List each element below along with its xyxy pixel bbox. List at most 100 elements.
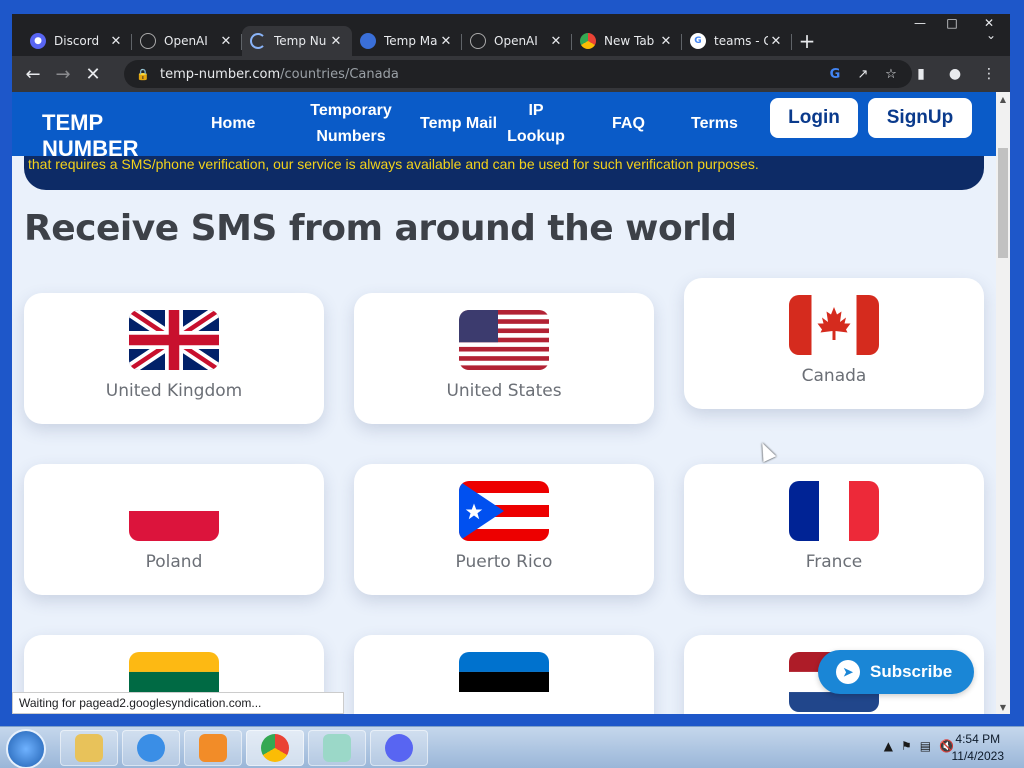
- new-tab-button[interactable]: +: [792, 26, 822, 56]
- start-button[interactable]: [6, 729, 46, 768]
- nav-terms[interactable]: Terms: [691, 92, 738, 156]
- country-card-france[interactable]: France: [684, 464, 984, 595]
- close-tab-icon[interactable]: ✕: [548, 34, 564, 49]
- tab-title: New Tab: [604, 34, 655, 48]
- maximize-icon[interactable]: □: [936, 14, 968, 32]
- poland-flag-icon: [129, 481, 219, 541]
- tray-expand-icon[interactable]: ▲: [884, 739, 893, 753]
- mouse-cursor-icon: [755, 439, 777, 463]
- back-button[interactable]: ←: [18, 59, 48, 89]
- close-tab-icon[interactable]: ✕: [768, 34, 784, 49]
- country-card-united-kingdom[interactable]: United Kingdom: [24, 293, 324, 424]
- profile-icon[interactable]: ●: [940, 59, 970, 89]
- bookmark-star-icon[interactable]: ☆: [882, 65, 900, 83]
- tab-new-tab[interactable]: New Tab ✕: [572, 26, 682, 56]
- country-name: Poland: [145, 552, 203, 572]
- tab-title: teams - G: [714, 34, 768, 48]
- us-flag-icon: [459, 310, 549, 370]
- internet-explorer-icon: [137, 734, 165, 762]
- tab-temp-mail[interactable]: Temp Ma ✕: [352, 26, 462, 56]
- tab-title: OpenAI: [494, 34, 538, 48]
- country-card-canada[interactable]: Canada: [684, 278, 984, 409]
- tab-teams[interactable]: G teams - G ✕: [682, 26, 792, 56]
- subscribe-button[interactable]: ➤ Subscribe: [818, 650, 974, 694]
- puerto-rico-flag-icon: [459, 481, 549, 541]
- nav-temporary-numbers[interactable]: Temporary Numbers: [282, 92, 420, 156]
- forward-button[interactable]: →: [48, 59, 78, 89]
- tab-strip: ● Discord ✕ OpenAI ✕ Temp Nu ✕ Temp Ma ✕…: [22, 22, 822, 56]
- close-tab-icon[interactable]: ✕: [658, 34, 674, 49]
- url-host: temp-number.com: [160, 66, 281, 82]
- tab-title: Temp Nu: [274, 34, 327, 48]
- tab-openai[interactable]: OpenAI ✕: [132, 26, 242, 56]
- site-logo[interactable]: TEMP NUMBER: [42, 110, 162, 162]
- country-name: United Kingdom: [105, 381, 243, 401]
- uk-flag-icon: [129, 310, 219, 370]
- google-icon: G: [690, 33, 706, 49]
- taskbar-chrome[interactable]: [246, 730, 304, 766]
- scroll-up-icon[interactable]: ▲: [996, 92, 1010, 106]
- lock-icon: 🔒: [136, 67, 150, 81]
- notes-icon: [323, 734, 351, 762]
- google-icon[interactable]: G: [826, 65, 844, 83]
- chrome-icon: [580, 33, 596, 49]
- share-icon[interactable]: ↗: [854, 65, 872, 83]
- country-card-puerto-rico[interactable]: Puerto Rico: [354, 464, 654, 595]
- close-tab-icon[interactable]: ✕: [108, 34, 124, 49]
- canada-flag-icon: [789, 295, 879, 355]
- taskbar-notes[interactable]: [308, 730, 366, 766]
- action-center-icon[interactable]: ⚑: [901, 739, 912, 753]
- taskbar-discord[interactable]: [370, 730, 428, 766]
- nav-temp-mail[interactable]: Temp Mail: [420, 92, 500, 156]
- country-card-estonia[interactable]: [354, 635, 654, 714]
- openai-icon: [140, 33, 156, 49]
- country-name: Canada: [801, 366, 867, 386]
- tab-title: Temp Ma: [384, 34, 438, 48]
- country-card-poland[interactable]: Poland: [24, 464, 324, 595]
- browser-toolbar: ← → ✕ 🔒 temp-number.com/countries/Canada…: [12, 56, 1010, 92]
- taskbar-explorer[interactable]: [60, 730, 118, 766]
- folder-icon: [75, 734, 103, 762]
- chevron-down-icon[interactable]: ⌄: [986, 28, 996, 42]
- discord-icon: [385, 734, 413, 762]
- login-button[interactable]: Login: [770, 98, 858, 138]
- system-clock[interactable]: 4:54 PM 11/4/2023: [952, 731, 1005, 765]
- subscribe-label: Subscribe: [870, 662, 953, 681]
- close-tab-icon[interactable]: ✕: [328, 34, 344, 49]
- network-icon[interactable]: ▤: [920, 739, 931, 753]
- chrome-icon: [261, 734, 289, 762]
- telegram-icon: ➤: [836, 660, 860, 684]
- taskbar-media[interactable]: [184, 730, 242, 766]
- windows-taskbar: ▲ ⚑ ▤ 🔇 4:54 PM 11/4/2023: [0, 726, 1024, 768]
- nav-ip-lookup[interactable]: IP Lookup: [506, 92, 566, 156]
- country-name: Puerto Rico: [455, 552, 553, 572]
- close-tab-icon[interactable]: ✕: [438, 34, 454, 49]
- nav-faq[interactable]: FAQ: [612, 92, 645, 156]
- tab-temp-number[interactable]: Temp Nu ✕: [242, 26, 352, 56]
- menu-icon[interactable]: ⋮: [974, 59, 1004, 89]
- estonia-flag-icon: [459, 652, 549, 712]
- status-bar: Waiting for pagead2.googlesyndication.co…: [12, 692, 344, 714]
- close-tab-icon[interactable]: ✕: [218, 34, 234, 49]
- tab-title: Discord: [54, 34, 100, 48]
- tab-openai-2[interactable]: OpenAI ✕: [462, 26, 572, 56]
- nav-home[interactable]: Home: [211, 92, 255, 156]
- tab-title: OpenAI: [164, 34, 208, 48]
- country-card-united-states[interactable]: United States: [354, 293, 654, 424]
- address-bar[interactable]: 🔒 temp-number.com/countries/Canada G ↗ ☆: [124, 60, 912, 88]
- country-name: United States: [446, 381, 562, 401]
- side-panel-icon[interactable]: ▮: [906, 59, 936, 89]
- page-viewport: that requires a SMS/phone verification, …: [12, 92, 996, 714]
- stop-loading-button[interactable]: ✕: [78, 59, 108, 89]
- scroll-thumb[interactable]: [998, 148, 1008, 258]
- clock-date: 11/4/2023: [951, 749, 1005, 763]
- minimize-icon[interactable]: —: [904, 14, 936, 32]
- scroll-down-icon[interactable]: ▼: [996, 700, 1010, 714]
- media-player-icon: [199, 734, 227, 762]
- url-path: /countries/Canada: [280, 66, 399, 82]
- signup-button[interactable]: SignUp: [868, 98, 972, 138]
- page-scrollbar[interactable]: ▲ ▼: [996, 92, 1010, 714]
- taskbar-ie[interactable]: [122, 730, 180, 766]
- temp-mail-icon: [360, 33, 376, 49]
- tab-discord[interactable]: ● Discord ✕: [22, 26, 132, 56]
